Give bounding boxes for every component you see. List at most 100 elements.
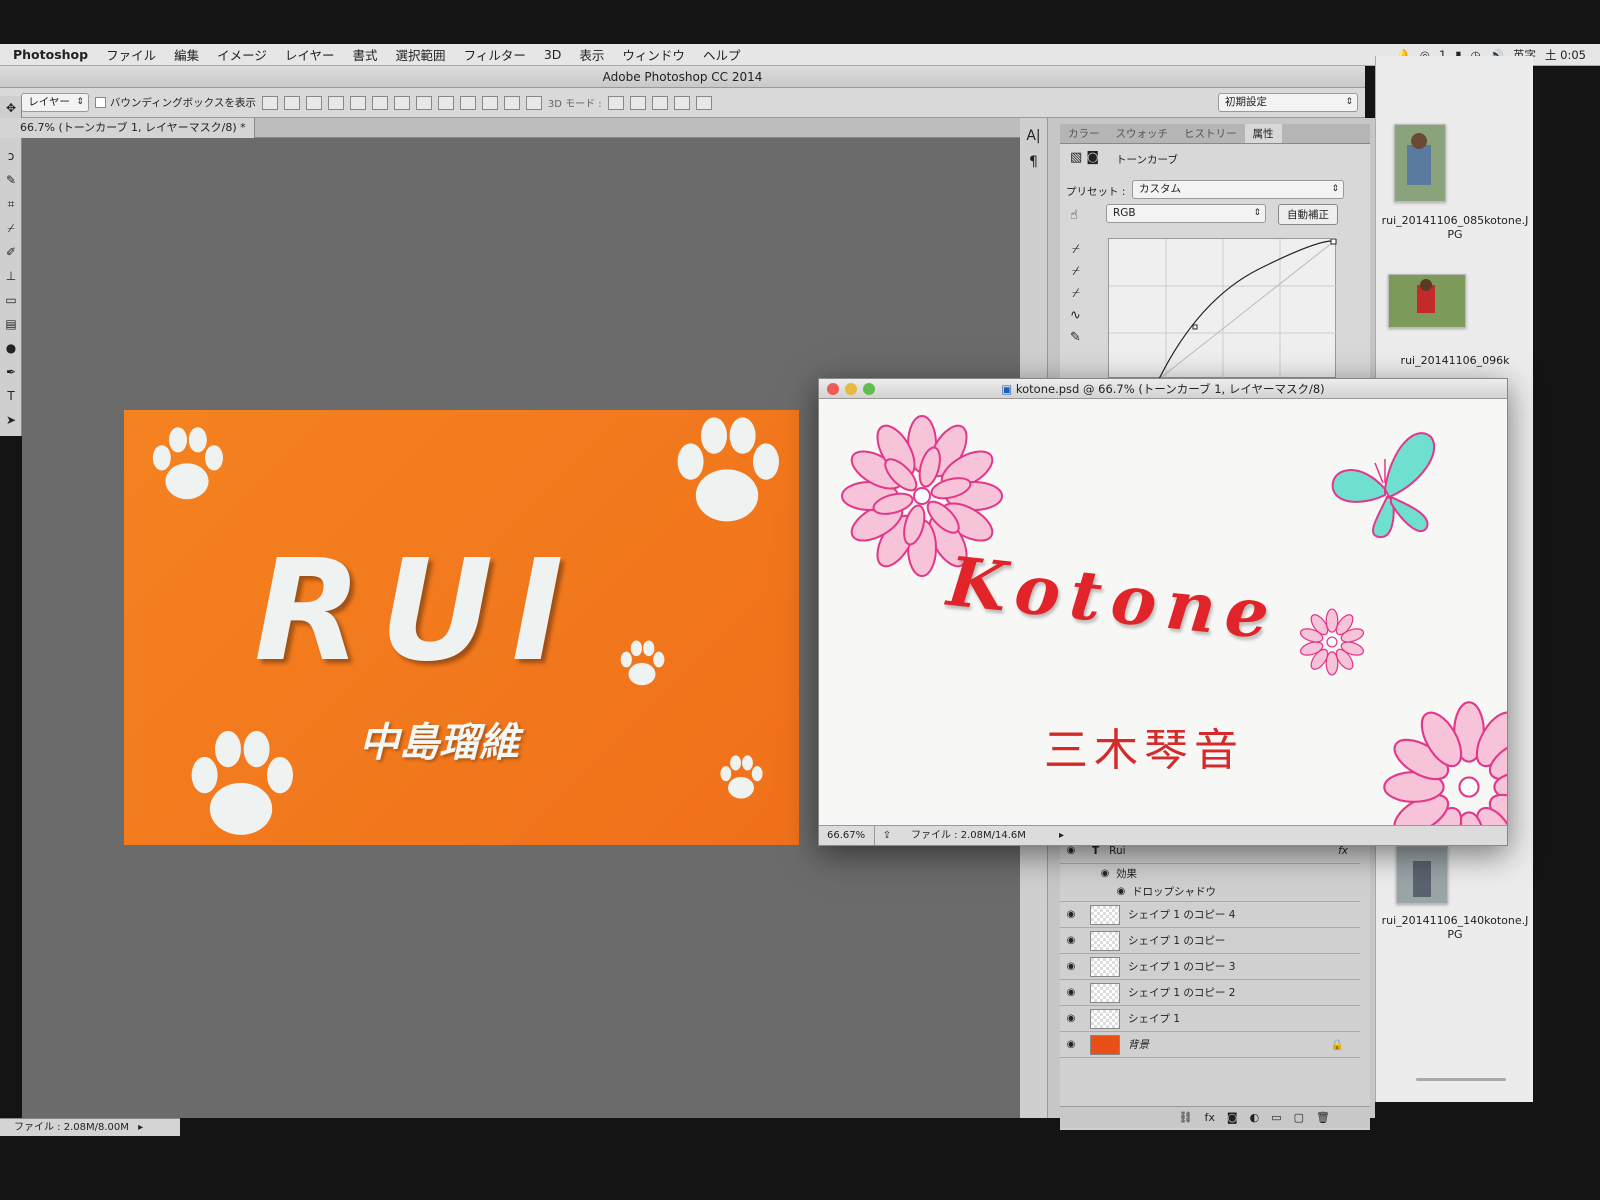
menu-filter[interactable]: フィルター	[455, 45, 535, 64]
tab-properties[interactable]: 属性	[1244, 124, 1282, 143]
file-thumbnail[interactable]	[1394, 124, 1446, 202]
fx-badge[interactable]: fx	[1338, 845, 1348, 857]
eye-icon[interactable]: ◉	[1060, 987, 1082, 998]
eye-icon[interactable]: ◉	[1060, 909, 1082, 920]
preset-dropdown[interactable]: カスタム	[1132, 180, 1344, 199]
zoom-icon[interactable]	[863, 383, 875, 395]
move-tool-icon[interactable]: ✥	[0, 96, 22, 120]
black-point-eyedropper-icon[interactable]: ⌿	[1072, 242, 1080, 257]
eye-icon[interactable]: ◉	[1110, 886, 1132, 897]
eyedropper-tool-icon[interactable]: ⌿	[0, 216, 22, 240]
distribute-vcenter-icon[interactable]	[415, 95, 432, 110]
trash-icon[interactable]: 🗑	[1316, 1111, 1330, 1124]
eraser-tool-icon[interactable]: ▭	[0, 288, 22, 312]
file-thumbnail[interactable]	[1388, 274, 1466, 328]
zoom-field[interactable]: 66.67%	[819, 826, 875, 845]
add-style-icon[interactable]: fx	[1205, 1111, 1215, 1124]
pen-tool-icon[interactable]: ✒	[0, 360, 22, 384]
distribute-left-icon[interactable]	[459, 95, 476, 110]
distribute-hcenter-icon[interactable]	[481, 95, 498, 110]
scale-3d-icon[interactable]	[695, 95, 712, 110]
curve-edit-icon[interactable]: ∿	[1070, 308, 1081, 323]
menu-edit[interactable]: 編集	[165, 45, 208, 64]
type-tool-icon[interactable]: T	[0, 384, 22, 408]
align-hcenter-icon[interactable]	[349, 95, 366, 110]
status-arrow-icon[interactable]: ▸	[138, 1122, 143, 1133]
layer-row[interactable]: ◉ シェイプ 1 のコピー 4	[1060, 902, 1360, 928]
channel-dropdown[interactable]: RGB	[1106, 204, 1266, 223]
new-layer-icon[interactable]: ▢	[1294, 1111, 1304, 1124]
distribute-right-icon[interactable]	[503, 95, 520, 110]
align-vcenter-icon[interactable]	[283, 95, 300, 110]
file-thumbnail[interactable]	[1396, 846, 1448, 904]
kotone-canvas[interactable]: Kotone 三木琴音	[819, 399, 1507, 825]
share-icon[interactable]: ⇪	[875, 826, 899, 845]
distribute-top-icon[interactable]	[393, 95, 410, 110]
crop-tool-icon[interactable]: ⌗	[0, 192, 22, 216]
minimize-icon[interactable]	[845, 383, 857, 395]
brush-tool-icon[interactable]: ✐	[0, 240, 22, 264]
layer-row[interactable]: ◉ シェイプ 1	[1060, 1006, 1360, 1032]
align-right-icon[interactable]	[371, 95, 388, 110]
workspace-dropdown[interactable]: 初期設定	[1218, 93, 1358, 112]
file-label[interactable]: rui_20141106_096k	[1380, 354, 1530, 368]
document-tab[interactable]: 66.7% (トーンカーブ 1, レイヤーマスク/8) *	[0, 118, 255, 138]
add-mask-icon[interactable]: ◙	[1227, 1111, 1238, 1124]
bounding-box-checkbox[interactable]: バウンディングボックスを表示	[94, 95, 256, 110]
status-arrow-icon[interactable]: ▸	[1059, 826, 1064, 845]
pan-3d-icon[interactable]	[651, 95, 668, 110]
target-adjust-icon[interactable]: ☝	[1070, 208, 1078, 223]
menu-layer[interactable]: レイヤー	[276, 45, 344, 64]
new-group-icon[interactable]: ▭	[1271, 1111, 1281, 1124]
white-point-eyedropper-icon[interactable]: ⌿	[1072, 286, 1080, 301]
slide-3d-icon[interactable]	[673, 95, 690, 110]
layer-row[interactable]: ◉ シェイプ 1 のコピー 3	[1060, 954, 1360, 980]
tab-swatches[interactable]: スウォッチ	[1108, 124, 1177, 143]
gray-point-eyedropper-icon[interactable]: ⌿	[1072, 264, 1080, 279]
eye-icon[interactable]: ◉	[1094, 868, 1116, 879]
dodge-tool-icon[interactable]: ●	[0, 336, 22, 360]
menu-help[interactable]: ヘルプ	[694, 45, 750, 64]
gradient-tool-icon[interactable]: ▤	[0, 312, 22, 336]
align-top-icon[interactable]	[261, 95, 278, 110]
menu-window[interactable]: ウィンドウ	[613, 45, 694, 64]
layer-row[interactable]: ◉ シェイプ 1 のコピー 2	[1060, 980, 1360, 1006]
align-bottom-icon[interactable]	[305, 95, 322, 110]
pencil-draw-icon[interactable]: ✎	[1070, 330, 1081, 345]
kotone-title-bar[interactable]: ▣ kotone.psd @ 66.7% (トーンカーブ 1, レイヤーマスク/…	[819, 379, 1507, 399]
path-select-tool-icon[interactable]: ➤	[0, 408, 22, 432]
tab-color[interactable]: カラー	[1060, 124, 1108, 143]
auto-button[interactable]: 自動補正	[1278, 204, 1338, 225]
file-label[interactable]: rui_20141106_140kotone.JPG	[1380, 914, 1530, 942]
menu-3d[interactable]: 3D	[535, 47, 571, 62]
tab-history[interactable]: ヒストリー	[1176, 124, 1245, 143]
link-layers-icon[interactable]: ⛓	[1179, 1111, 1193, 1124]
lasso-tool-icon[interactable]: ↄ	[0, 144, 22, 168]
menu-type[interactable]: 書式	[344, 45, 387, 64]
menu-app[interactable]: Photoshop	[4, 47, 97, 62]
eye-icon[interactable]: ◉	[1060, 1039, 1082, 1050]
auto-select-dropdown[interactable]: レイヤー	[21, 93, 89, 112]
auto-align-icon[interactable]	[525, 95, 542, 110]
roll-3d-icon[interactable]	[629, 95, 646, 110]
layer-drop-shadow[interactable]: ◉ ドロップシャドウ	[1060, 882, 1360, 902]
layer-background[interactable]: ◉ 背景 🔒	[1060, 1032, 1360, 1058]
rotate-3d-icon[interactable]	[607, 95, 624, 110]
eye-icon[interactable]: ◉	[1060, 935, 1082, 946]
clock[interactable]: 土 0:05	[1545, 47, 1586, 63]
menu-file[interactable]: ファイル	[97, 45, 165, 64]
paragraph-panel-icon[interactable]: ¶	[1020, 154, 1047, 170]
curves-graph[interactable]	[1108, 238, 1338, 380]
file-label[interactable]: rui_20141106_085kotone.JPG	[1380, 214, 1530, 242]
thumbnail-size-slider[interactable]	[1416, 1078, 1506, 1081]
eye-icon[interactable]: ◉	[1060, 845, 1082, 856]
menu-select[interactable]: 選択範囲	[387, 45, 455, 64]
eye-icon[interactable]: ◉	[1060, 1013, 1082, 1024]
align-left-icon[interactable]	[327, 95, 344, 110]
menu-view[interactable]: 表示	[570, 45, 613, 64]
character-panel-icon[interactable]: A|	[1020, 128, 1047, 144]
layer-effects[interactable]: ◉ 効果	[1060, 864, 1360, 882]
stamp-tool-icon[interactable]: ⊥	[0, 264, 22, 288]
distribute-bottom-icon[interactable]	[437, 95, 454, 110]
close-icon[interactable]	[827, 383, 839, 395]
